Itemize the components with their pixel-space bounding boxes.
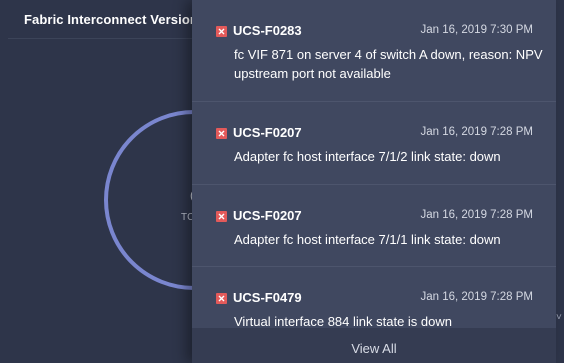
alarm-time: Jan 16, 2019 7:28 PM: [420, 209, 533, 221]
alarm-code: UCS-F0479: [233, 290, 302, 305]
card-divider: [8, 38, 198, 39]
alarm-code: UCS-F0207: [233, 208, 302, 223]
alarm-time: Jan 16, 2019 7:28 PM: [420, 291, 533, 303]
alarm-item[interactable]: UCS-F0207 Jan 16, 2019 7:28 PM Adapter f…: [192, 102, 556, 185]
alarm-item[interactable]: UCS-F0479 Jan 16, 2019 7:28 PM Virtual i…: [192, 267, 556, 328]
scroll-indicator-icon: ˅: [556, 312, 562, 323]
alarm-time: Jan 16, 2019 7:30 PM: [420, 24, 533, 36]
popover-footer: View All: [192, 328, 556, 363]
alarm-message: Virtual interface 884 link state is down: [234, 314, 452, 328]
view-all-link[interactable]: View All: [351, 341, 396, 356]
alarms-popover: UCS-F0283 Jan 16, 2019 7:30 PM fc VIF 87…: [192, 0, 556, 363]
alarm-time: Jan 16, 2019 7:28 PM: [420, 126, 533, 138]
alarm-message: Adapter fc host interface 7/1/2 link sta…: [234, 149, 501, 164]
alarm-message: Adapter fc host interface 7/1/1 link sta…: [234, 232, 501, 247]
alarm-item[interactable]: UCS-F0207 Jan 16, 2019 7:28 PM Adapter f…: [192, 185, 556, 267]
critical-icon: [216, 26, 227, 37]
critical-icon: [216, 211, 227, 222]
alarm-message: fc VIF 871 on server 4 of switch A down,…: [234, 47, 543, 81]
alarm-item[interactable]: UCS-F0283 Jan 16, 2019 7:30 PM fc VIF 87…: [192, 0, 556, 102]
critical-icon: [216, 293, 227, 304]
alarm-list[interactable]: UCS-F0283 Jan 16, 2019 7:30 PM fc VIF 87…: [192, 0, 556, 328]
critical-icon: [216, 128, 227, 139]
card-title: Fabric Interconnect Version: [24, 12, 198, 27]
alarm-code: UCS-F0283: [233, 23, 302, 38]
alarm-code: UCS-F0207: [233, 125, 302, 140]
